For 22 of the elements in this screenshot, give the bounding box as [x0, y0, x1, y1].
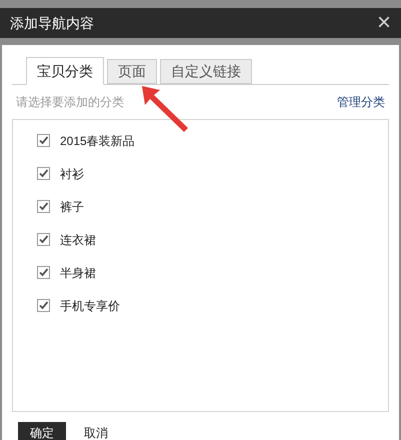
confirm-button[interactable]: 确定 [18, 422, 66, 440]
hint-text: 请选择要添加的分类 [16, 94, 124, 111]
category-label: 衬衫 [60, 166, 84, 182]
cancel-button[interactable]: 取消 [80, 422, 112, 440]
category-label: 2015春装新品 [60, 132, 135, 150]
checkbox[interactable] [37, 299, 50, 312]
close-button[interactable]: × [376, 11, 391, 35]
checkbox[interactable] [37, 200, 50, 213]
category-label: 裤子 [60, 198, 84, 216]
tab[interactable]: 自定义链接 [160, 59, 252, 84]
category-label: 连衣裙 [60, 232, 96, 248]
checkbox[interactable] [37, 266, 50, 279]
checkbox[interactable] [37, 134, 50, 147]
checkbox[interactable] [37, 233, 50, 246]
category-label: 半身裙 [60, 264, 96, 282]
tab[interactable]: 宝贝分类 [26, 57, 104, 85]
category-label: 手机专享价 [60, 298, 120, 314]
window-title: 添加导航内容 [10, 14, 94, 32]
annotation-arrow [140, 84, 190, 134]
tab[interactable]: 页面 [107, 59, 157, 84]
manage-link[interactable]: 管理分类 [337, 93, 385, 111]
checkbox[interactable] [37, 167, 50, 180]
